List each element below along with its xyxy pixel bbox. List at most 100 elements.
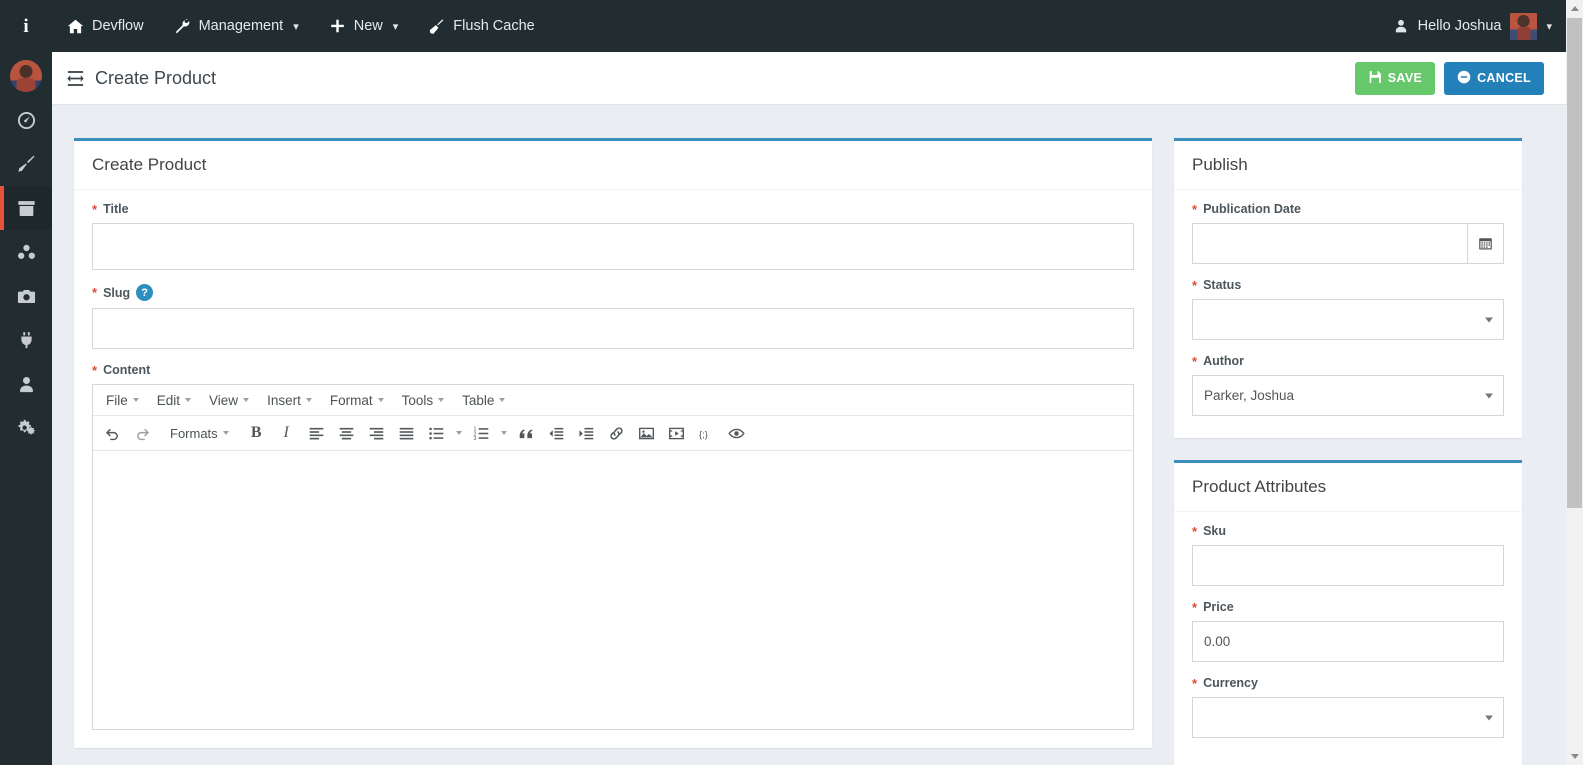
currency-select[interactable] <box>1192 697 1504 738</box>
slug-input[interactable] <box>92 308 1134 349</box>
triangle-down-icon <box>1571 754 1579 759</box>
editor-content-area[interactable] <box>93 451 1133 729</box>
sidebar-item-settings[interactable] <box>0 406 52 450</box>
chevron-down-icon <box>223 431 229 435</box>
price-input[interactable] <box>1192 621 1504 662</box>
required-asterisk: * <box>1192 355 1197 368</box>
field-group-title: * Title <box>92 202 1134 270</box>
blockquote-icon[interactable] <box>512 420 541 447</box>
scroll-up-button[interactable] <box>1566 0 1583 17</box>
price-label-text: Price <box>1203 600 1234 614</box>
undo-icon[interactable] <box>98 420 127 447</box>
save-button[interactable]: SAVE <box>1355 62 1435 95</box>
user-greeting: Hello Joshua <box>1418 18 1502 34</box>
left-sidebar <box>0 52 52 765</box>
cancel-button-label: CANCEL <box>1477 71 1531 85</box>
scroll-down-button[interactable] <box>1566 748 1583 765</box>
bullet-list-caret[interactable] <box>452 420 466 447</box>
publish-panel: Publish * Publication Date <box>1174 138 1522 438</box>
content-label: * Content <box>92 363 1134 377</box>
nav-item-devflow[interactable]: Devflow <box>52 0 159 52</box>
required-asterisk: * <box>1192 203 1197 216</box>
create-product-panel: Create Product * Title * <box>74 138 1152 748</box>
user-avatar <box>1510 13 1537 40</box>
calendar-icon[interactable] <box>1467 223 1504 264</box>
align-justify-icon[interactable] <box>392 420 421 447</box>
sidebar-item-media[interactable] <box>0 274 52 318</box>
chevron-down-icon <box>438 398 444 402</box>
title-label-text: Title <box>103 202 128 216</box>
sidebar-item-dashboard[interactable] <box>0 98 52 142</box>
editor-menu-view[interactable]: View <box>200 389 258 412</box>
slug-help-icon[interactable]: ? <box>136 284 153 301</box>
triangle-up-icon <box>1571 6 1579 11</box>
align-left-icon[interactable] <box>302 420 331 447</box>
svg-text:{;}: {;} <box>699 429 708 439</box>
italic-icon[interactable]: I <box>272 420 301 447</box>
bold-icon[interactable]: B <box>242 420 271 447</box>
scroll-track[interactable] <box>1566 508 1583 748</box>
chevron-down-icon <box>499 398 505 402</box>
indent-icon[interactable] <box>572 420 601 447</box>
field-group-price: * Price <box>1192 600 1504 662</box>
bullet-list-icon[interactable] <box>422 420 451 447</box>
publish-panel-header: Publish <box>1174 141 1522 190</box>
numbered-list-icon[interactable]: 123 <box>467 420 496 447</box>
page-header: Create Product SAVE CANCEL <box>52 52 1566 105</box>
sidebar-item-users[interactable] <box>0 362 52 406</box>
scroll-thumb[interactable] <box>1567 18 1582 508</box>
source-code-icon[interactable]: {;} <box>692 420 721 447</box>
sku-input[interactable] <box>1192 545 1504 586</box>
cancel-button[interactable]: CANCEL <box>1444 62 1544 95</box>
main-column: Create Product * Title * <box>74 138 1152 765</box>
nav-item-new[interactable]: New ▾ <box>314 0 414 52</box>
nav-item-flush-cache[interactable]: Flush Cache <box>413 0 549 52</box>
editor-menu-file[interactable]: File <box>97 389 148 412</box>
field-group-currency: * Currency <box>1192 676 1504 738</box>
nav-item-new-label: New <box>354 18 383 34</box>
align-right-icon[interactable] <box>362 420 391 447</box>
editor-toolbar: Formats B I <box>93 416 1133 451</box>
editor-menu-insert[interactable]: Insert <box>258 389 321 412</box>
required-asterisk: * <box>92 286 97 299</box>
status-select[interactable] <box>1192 299 1504 340</box>
link-icon[interactable] <box>602 420 631 447</box>
required-asterisk: * <box>1192 601 1197 614</box>
numbered-list-caret[interactable] <box>497 420 511 447</box>
editor-formats-dropdown[interactable]: Formats <box>162 420 237 447</box>
author-label: * Author <box>1192 354 1504 368</box>
sidebar-item-modules[interactable] <box>0 230 52 274</box>
outdent-icon[interactable] <box>542 420 571 447</box>
sidebar-item-appearance[interactable] <box>0 142 52 186</box>
redo-icon[interactable] <box>128 420 157 447</box>
publication-date-input-group <box>1192 223 1504 264</box>
preview-eye-icon[interactable] <box>722 420 751 447</box>
editor-menu-tools-label: Tools <box>402 393 434 408</box>
sidebar-avatar-wrap[interactable] <box>0 54 52 98</box>
sidebar-item-content[interactable] <box>0 186 52 230</box>
slug-label: * Slug ? <box>92 284 1134 301</box>
nav-item-management[interactable]: Management ▾ <box>159 0 314 52</box>
sidebar-item-plugins[interactable] <box>0 318 52 362</box>
sku-label-text: Sku <box>1203 524 1226 538</box>
create-product-panel-header: Create Product <box>74 141 1152 190</box>
page-scrollbar[interactable] <box>1566 0 1583 765</box>
editor-menu-file-label: File <box>106 393 128 408</box>
image-icon[interactable] <box>632 420 661 447</box>
create-product-panel-body: * Title * Slug ? <box>74 190 1152 748</box>
editor-menu-format[interactable]: Format <box>321 389 393 412</box>
product-attributes-panel-header: Product Attributes <box>1174 463 1522 512</box>
svg-text:3: 3 <box>473 436 476 442</box>
app-logo[interactable]: i <box>0 0 52 52</box>
editor-menu-edit[interactable]: Edit <box>148 389 200 412</box>
editor-menu-tools[interactable]: Tools <box>393 389 454 412</box>
user-menu[interactable]: Hello Joshua ▾ <box>1383 0 1566 52</box>
title-label: * Title <box>92 202 1134 216</box>
media-icon[interactable] <box>662 420 691 447</box>
publication-date-input[interactable] <box>1192 223 1467 264</box>
nav-item-devflow-label: Devflow <box>92 18 144 34</box>
title-input[interactable] <box>92 223 1134 270</box>
author-select[interactable]: Parker, Joshua <box>1192 375 1504 416</box>
editor-menu-table[interactable]: Table <box>453 389 514 412</box>
align-center-icon[interactable] <box>332 420 361 447</box>
